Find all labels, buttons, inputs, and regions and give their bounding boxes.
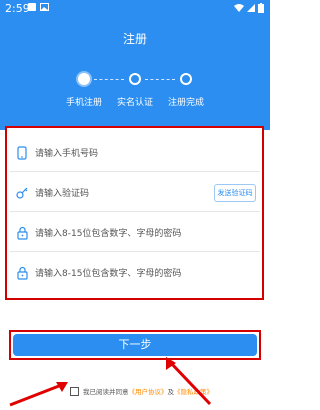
code-placeholder: 请输入验证码 (35, 189, 90, 199)
step-1-dot (78, 73, 90, 85)
privacy-policy-link[interactable]: 《隐私政策》 (174, 386, 213, 396)
key-icon (16, 186, 28, 200)
password-field[interactable]: 请输入8-15位包含数字、字母的密码 (10, 214, 260, 252)
image-icon (40, 3, 49, 11)
phone-placeholder: 请输入手机号码 (35, 149, 99, 159)
status-time: 2:59 (5, 2, 30, 15)
step-connector (94, 79, 124, 80)
lock-icon (16, 266, 28, 280)
arrow-to-checkbox (9, 382, 65, 407)
step-2-dot (129, 73, 141, 85)
password-placeholder: 请输入8-15位包含数字、字母的密码 (35, 229, 182, 239)
system-icons (234, 3, 264, 13)
send-code-button[interactable]: 发送验证码 (214, 184, 256, 202)
wifi-icon (234, 4, 244, 12)
next-button[interactable]: 下一步 (13, 334, 257, 356)
step-indicator: 手机注册 实名认证 注册完成 (0, 70, 270, 110)
verification-code-field[interactable]: 请输入验证码 发送验证码 (10, 174, 260, 212)
agreement-row: 我已阅读并同意 《用户协议》 及 《隐私政策》 (70, 384, 213, 398)
notification-icons (28, 3, 49, 11)
header-banner: 2:59 注册 手机注册 实名认证 注册完成 (0, 0, 270, 130)
step-connector (145, 79, 175, 80)
lock-icon (16, 226, 28, 240)
step-3-dot (180, 73, 192, 85)
user-agreement-link[interactable]: 《用户协议》 (129, 386, 168, 396)
registration-form: 请输入手机号码 请输入验证码 发送验证码 请输入8-15位包含数字、字母的密码 … (5, 126, 264, 300)
confirm-password-placeholder: 请输入8-15位包含数字、字母的密码 (35, 269, 182, 279)
battery-icon (258, 3, 264, 13)
step-3-label: 注册完成 (167, 98, 205, 108)
phone-icon (16, 146, 28, 160)
page-title: 注册 (122, 32, 147, 46)
confirm-password-field[interactable]: 请输入8-15位包含数字、字母的密码 (10, 254, 260, 292)
next-button-highlight: 下一步 (9, 330, 261, 360)
phone-field[interactable]: 请输入手机号码 (10, 134, 260, 172)
step-2-label: 实名认证 (116, 98, 154, 108)
notification-icon (28, 3, 36, 11)
arrow-to-checkbox-head (56, 382, 68, 392)
step-1-label: 手机注册 (65, 98, 103, 108)
agreement-prefix: 我已阅读并同意 (83, 388, 129, 396)
agreement-checkbox[interactable] (70, 386, 79, 396)
signal-icon (247, 4, 255, 12)
status-bar: 2:59 (0, 0, 270, 18)
